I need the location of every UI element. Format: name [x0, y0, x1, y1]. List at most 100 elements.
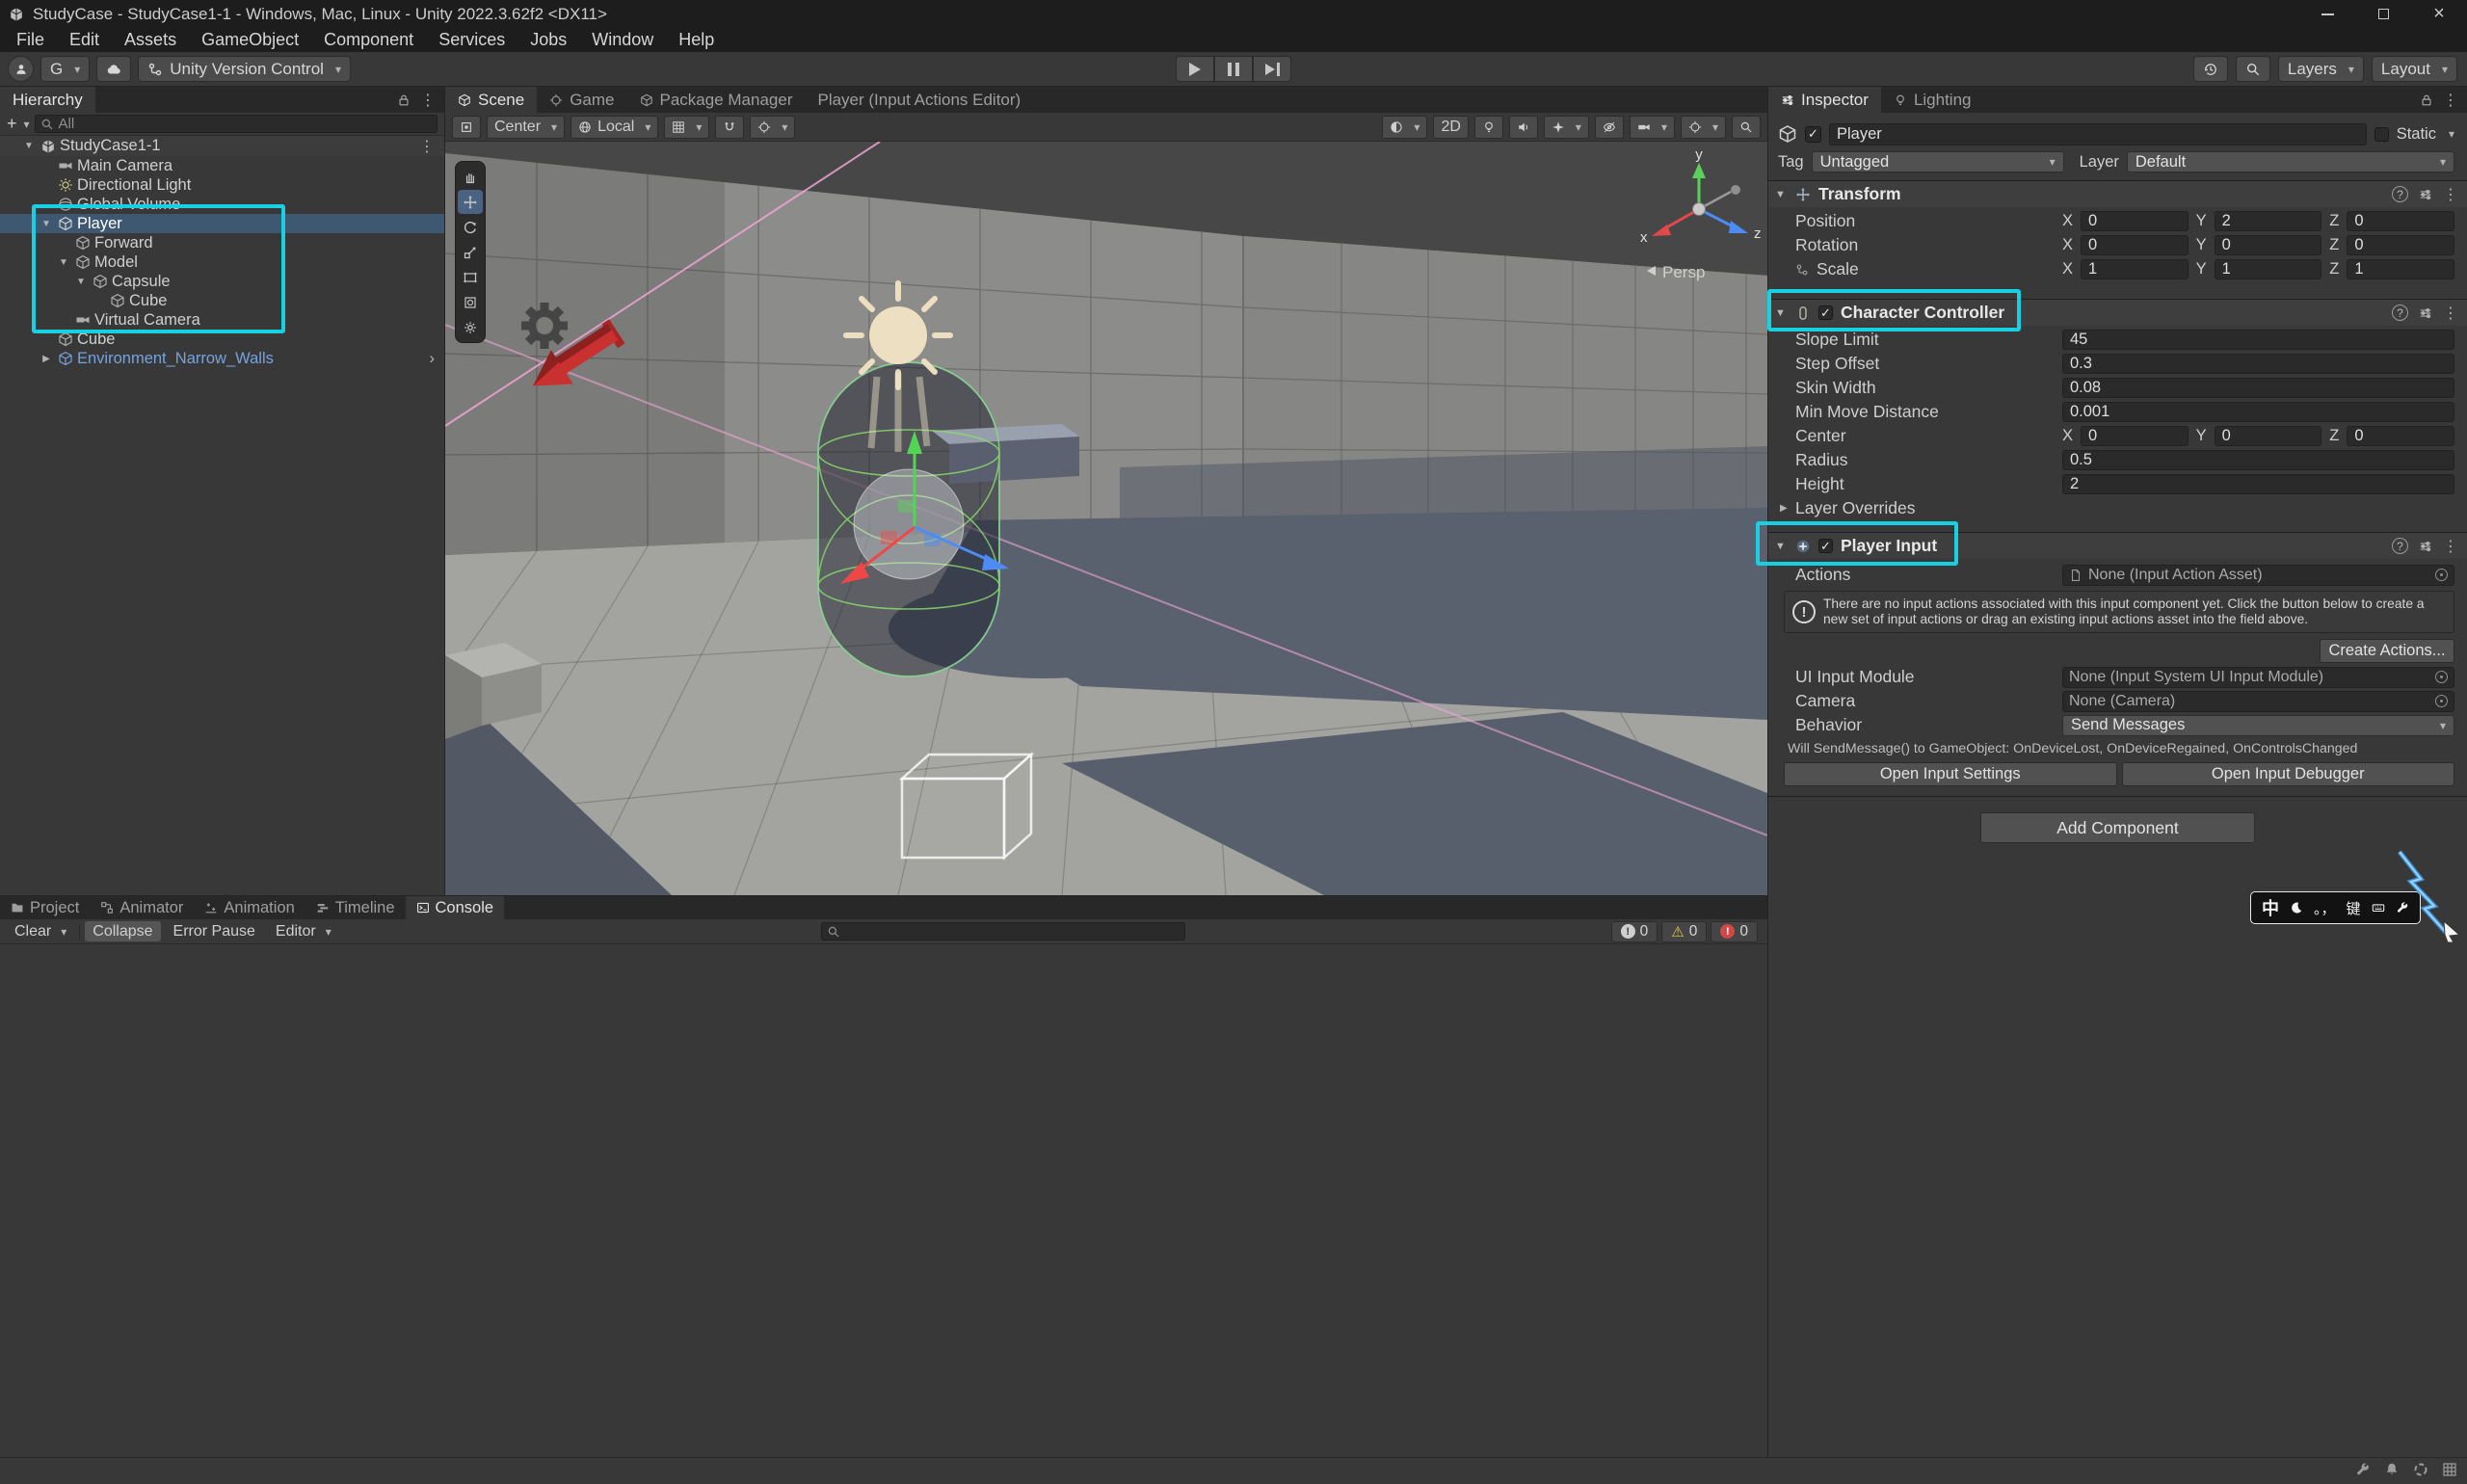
hierarchy-item-virtual-camera[interactable]: Virtual Camera — [0, 310, 444, 330]
layer-dropdown[interactable]: Default▾ — [2127, 151, 2454, 172]
active-checkbox[interactable]: ✓ — [1805, 126, 1821, 143]
rotation-x-field[interactable]: 0 — [2081, 235, 2188, 255]
tab-animator[interactable]: Animator — [90, 896, 194, 919]
enabled-checkbox[interactable]: ✓ — [1818, 305, 1833, 320]
add-component-button[interactable]: Add Component — [1980, 812, 2255, 843]
scene-viewport[interactable]: y x z Persp — [445, 142, 1767, 895]
open-input-debugger-button[interactable]: Open Input Debugger — [2122, 762, 2455, 786]
tab-player-input-actions-editor[interactable]: Player (Input Actions Editor) — [805, 87, 1033, 113]
layout-dropdown[interactable]: Layout▾ — [2372, 56, 2457, 82]
help-icon[interactable]: ? — [2392, 186, 2408, 202]
foldout-icon[interactable]: ▼ — [1775, 307, 1788, 319]
menu-jobs[interactable]: Jobs — [517, 30, 579, 50]
skin-width-field[interactable]: 0.08 — [2062, 378, 2454, 398]
foldout-icon[interactable]: ▼ — [1775, 189, 1788, 200]
hierarchy-item-scene[interactable]: ▼StudyCase1-1⋮ — [0, 136, 444, 156]
behavior-dropdown[interactable]: Send Messages▾ — [2062, 715, 2454, 736]
menu-file[interactable]: File — [4, 30, 57, 50]
camera-overlay-dropdown[interactable]: ▾ — [1630, 116, 1675, 139]
center-z-field[interactable]: 0 — [2347, 426, 2454, 446]
static-checkbox[interactable] — [2374, 127, 2389, 142]
transform-tool-button[interactable] — [458, 290, 483, 314]
cloud-services-button[interactable] — [96, 56, 131, 82]
status-progress-icon[interactable] — [2413, 1462, 2428, 1477]
help-icon[interactable]: ? — [2392, 305, 2408, 321]
undo-history-button[interactable] — [2193, 56, 2228, 82]
search-button[interactable] — [2236, 56, 2270, 82]
grid-visibility-dropdown[interactable]: ▾ — [664, 116, 709, 139]
open-input-settings-button[interactable]: Open Input Settings — [1784, 762, 2117, 786]
position-y-field[interactable]: 2 — [2215, 211, 2322, 231]
panel-menu-icon[interactable]: ⋮ — [2443, 91, 2458, 110]
ime-keyboard-button[interactable]: 键 — [2347, 898, 2361, 918]
position-z-field[interactable]: 0 — [2347, 211, 2454, 231]
player-input-header[interactable]: ▼ ✓ Player Input ? ⋮ — [1768, 532, 2467, 559]
position-x-field[interactable]: 0 — [2081, 211, 2188, 231]
warning-count-toggle[interactable]: ⚠0 — [1661, 921, 1707, 942]
console-search-input[interactable] — [821, 922, 1185, 941]
scale-x-field[interactable]: 1 — [2081, 259, 2188, 279]
lighting-toggle-button[interactable] — [1474, 116, 1503, 139]
clear-button[interactable]: Clear▾ — [7, 921, 74, 941]
presets-icon[interactable] — [2419, 540, 2432, 553]
menu-gameobject[interactable]: GameObject — [189, 30, 311, 50]
camera-object-field[interactable]: None (Camera) — [2062, 691, 2454, 712]
scale-y-field[interactable]: 1 — [2215, 259, 2322, 279]
editor-dropdown[interactable]: Editor▾ — [268, 921, 339, 941]
rotation-y-field[interactable]: 0 — [2215, 235, 2322, 255]
foldout-icon[interactable]: ▼ — [39, 219, 54, 229]
hierarchy-item-cube-2[interactable]: Cube — [0, 330, 444, 349]
link-icon[interactable] — [1795, 263, 1809, 277]
2d-toggle-button[interactable]: 2D — [1433, 116, 1468, 139]
tab-scene[interactable]: Scene — [445, 87, 537, 113]
object-picker-icon[interactable] — [2435, 695, 2448, 707]
minimize-button[interactable] — [2299, 0, 2355, 28]
object-picker-icon[interactable] — [2435, 671, 2448, 683]
hierarchy-item-global-volume[interactable]: Global Volume — [0, 195, 444, 214]
status-layout-icon[interactable] — [2442, 1462, 2457, 1477]
panel-menu-icon[interactable]: ⋮ — [420, 91, 436, 110]
create-add-button[interactable]: +▾ — [7, 114, 30, 134]
account-dropdown[interactable]: G▾ — [40, 56, 90, 82]
view-hand-tool-button[interactable] — [458, 165, 483, 189]
actions-object-field[interactable]: None (Input Action Asset) — [2062, 565, 2454, 586]
tab-project[interactable]: Project — [0, 896, 90, 919]
min-move-distance-field[interactable]: 0.001 — [2062, 402, 2454, 422]
presets-icon[interactable] — [2419, 306, 2432, 320]
scene-visibility-button[interactable] — [1595, 116, 1624, 139]
hierarchy-item-capsule[interactable]: ▼Capsule — [0, 272, 444, 291]
scene-menu-icon[interactable]: ⋮ — [419, 137, 435, 156]
effects-dropdown[interactable]: ▾ — [1544, 116, 1589, 139]
tag-dropdown[interactable]: Untagged▾ — [1812, 151, 2064, 172]
foldout-icon[interactable]: ▼ — [21, 141, 37, 151]
move-tool-button[interactable] — [458, 190, 483, 214]
gizmos-dropdown[interactable]: ▾ — [1681, 116, 1726, 139]
ui-input-module-field[interactable]: None (Input System UI Input Module) — [2062, 667, 2454, 688]
orientation-dropdown[interactable]: Local▾ — [570, 116, 658, 139]
transform-component-header[interactable]: ▼ Transform ? ⋮ — [1768, 180, 2467, 207]
version-control-dropdown[interactable]: Unity Version Control▾ — [138, 56, 351, 82]
center-y-field[interactable]: 0 — [2215, 426, 2322, 446]
component-menu-icon[interactable]: ⋮ — [2443, 185, 2458, 204]
layers-dropdown[interactable]: Layers▾ — [2278, 56, 2364, 82]
info-count-toggle[interactable]: !0 — [1611, 921, 1658, 942]
hierarchy-item-model[interactable]: ▼Model — [0, 252, 444, 272]
tab-lighting[interactable]: Lighting — [1881, 87, 1984, 113]
play-button[interactable] — [1176, 56, 1214, 82]
collapse-toggle[interactable]: Collapse — [85, 921, 160, 941]
rotate-tool-button[interactable] — [458, 215, 483, 239]
center-x-field[interactable]: 0 — [2081, 426, 2188, 446]
hierarchy-search-input[interactable]: All — [35, 115, 438, 133]
component-menu-icon[interactable]: ⋮ — [2443, 304, 2458, 323]
step-button[interactable] — [1253, 56, 1291, 82]
tab-animation[interactable]: Animation — [194, 896, 305, 919]
error-pause-toggle[interactable]: Error Pause — [166, 921, 263, 941]
tab-hierarchy[interactable]: Hierarchy — [0, 87, 95, 113]
prefab-open-arrow-icon[interactable]: › — [430, 350, 436, 368]
menu-window[interactable]: Window — [579, 30, 666, 50]
foldout-icon[interactable]: ▼ — [1775, 541, 1788, 552]
scale-tool-button[interactable] — [458, 240, 483, 264]
pivot-mode-dropdown[interactable]: Center▾ — [487, 116, 565, 139]
menu-component[interactable]: Component — [311, 30, 426, 50]
create-actions-button[interactable]: Create Actions... — [2320, 639, 2454, 663]
